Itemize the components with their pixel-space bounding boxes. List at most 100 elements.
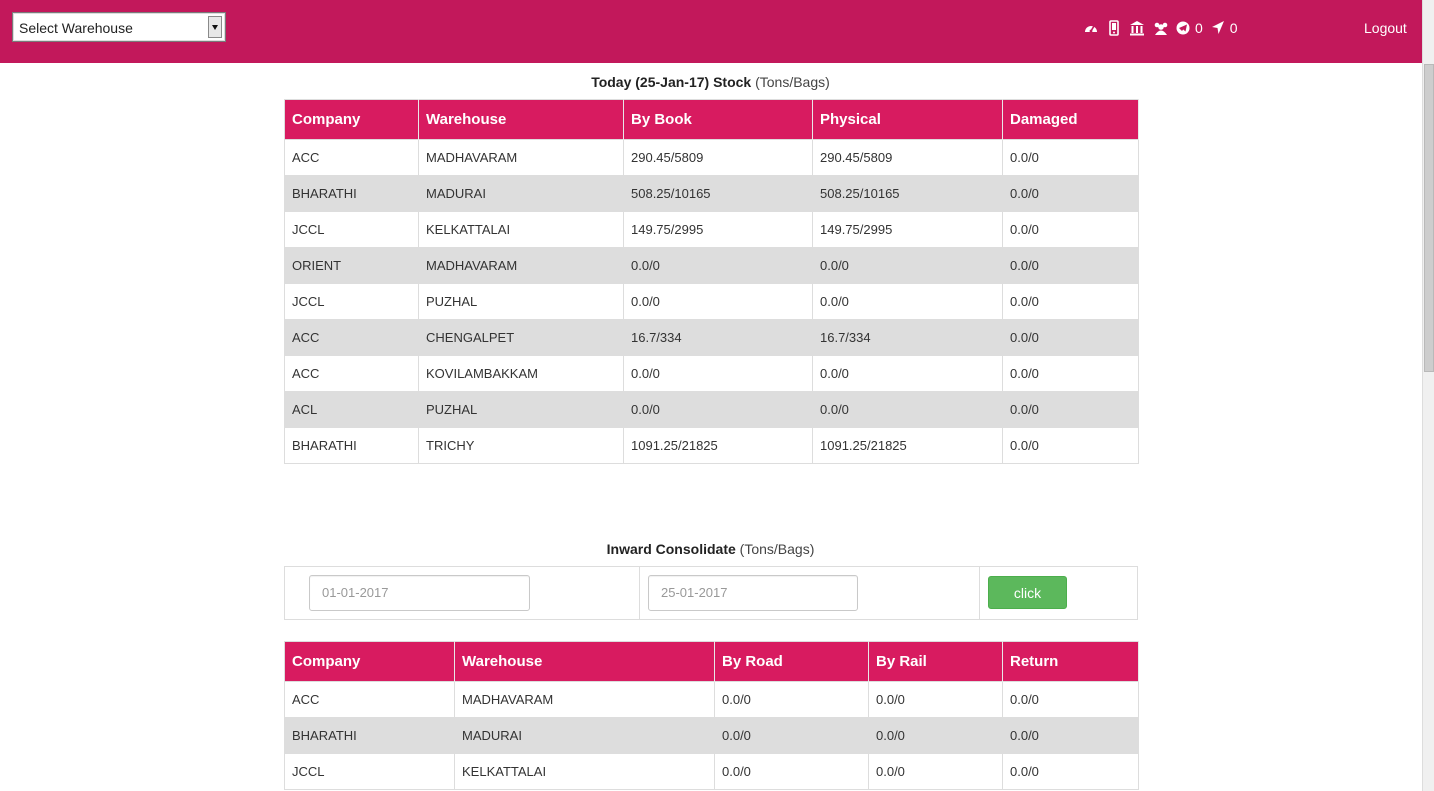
from-date-input[interactable]: 01-01-2017 — [309, 575, 530, 611]
inward-filter: 01-01-2017 25-01-2017 click — [284, 566, 1138, 620]
vertical-scrollbar[interactable] — [1422, 0, 1434, 791]
cell-by-book: 508.25/10165 — [623, 175, 813, 212]
cell-warehouse: TRICHY — [418, 427, 624, 464]
scrollbar-thumb[interactable] — [1424, 64, 1434, 372]
cell-damaged: 0.0/0 — [1002, 355, 1139, 392]
cell-damaged: 0.0/0 — [1002, 175, 1139, 212]
to-date-input[interactable]: 25-01-2017 — [648, 575, 858, 611]
location-arrow-icon[interactable] — [1211, 20, 1225, 36]
table-row: ORIENT MADHAVARAM 0.0/0 0.0/0 0.0/0 — [284, 247, 1139, 284]
cell-company: BHARATHI — [284, 175, 419, 212]
cell-warehouse: MADHAVARAM — [454, 681, 715, 718]
cell-physical: 149.75/2995 — [812, 211, 1003, 248]
header-icons: 0 0 — [1084, 19, 1246, 37]
to-date-cell: 25-01-2017 — [640, 567, 980, 619]
chevron-down-icon[interactable] — [208, 16, 222, 38]
cell-by-book: 1091.25/21825 — [623, 427, 813, 464]
table-row: ACC MADHAVARAM 0.0/0 0.0/0 0.0/0 — [284, 681, 1139, 718]
cell-warehouse: PUZHAL — [418, 283, 624, 320]
cell-by-book: 0.0/0 — [623, 247, 813, 284]
logout-link[interactable]: Logout — [1364, 20, 1407, 36]
cell-return: 0.0/0 — [1002, 681, 1139, 718]
users-icon[interactable] — [1153, 20, 1168, 36]
cell-physical: 290.45/5809 — [812, 139, 1003, 176]
cell-physical: 0.0/0 — [812, 283, 1003, 320]
column-header-by-rail: By Rail — [868, 641, 1003, 682]
top-navbar: Select Warehouse 0 0 Logout — [0, 0, 1422, 63]
cell-warehouse: MADURAI — [454, 717, 715, 754]
column-header-company: Company — [284, 641, 455, 682]
cell-damaged: 0.0/0 — [1002, 247, 1139, 284]
mobile-icon[interactable] — [1107, 20, 1121, 36]
column-header-warehouse: Warehouse — [454, 641, 715, 682]
cell-by-rail: 0.0/0 — [868, 753, 1003, 790]
bank-icon[interactable] — [1130, 20, 1144, 36]
inward-title-unit: (Tons/Bags) — [739, 541, 815, 557]
inward-body: ACC MADHAVARAM 0.0/0 0.0/0 0.0/0 BHARATHI MADU… — [284, 681, 1139, 790]
stock-body: ACC MADHAVARAM 290.45/5809 290.45/5809 0.0/0… — [284, 139, 1139, 464]
table-row: ACC KOVILAMBAKKAM 0.0/0 0.0/0 0.0/0 — [284, 355, 1139, 392]
inward-header-row: Company Warehouse By Road By Rail Return — [284, 641, 1139, 682]
table-row: BHARATHI TRICHY 1091.25/21825 1091.25/21825… — [284, 427, 1139, 464]
click-button[interactable]: click — [988, 576, 1067, 609]
table-row: ACC CHENGALPET 16.7/334 16.7/334 0.0/0 — [284, 319, 1139, 356]
cell-by-book: 149.75/2995 — [623, 211, 813, 248]
cell-physical: 1091.25/21825 — [812, 427, 1003, 464]
cell-warehouse: KELKATTALAI — [418, 211, 624, 248]
inward-table: Company Warehouse By Road By Rail Return ACC… — [284, 641, 1139, 790]
cell-by-road: 0.0/0 — [714, 717, 869, 754]
cell-by-rail: 0.0/0 — [868, 681, 1003, 718]
table-row: BHARATHI MADURAI 0.0/0 0.0/0 0.0/0 — [284, 717, 1139, 754]
cell-damaged: 0.0/0 — [1002, 283, 1139, 320]
location-count: 0 — [1229, 20, 1238, 36]
cell-company: JCCL — [284, 211, 419, 248]
cell-warehouse: KOVILAMBAKKAM — [418, 355, 624, 392]
column-header-return: Return — [1002, 641, 1139, 682]
cell-company: ACC — [284, 139, 419, 176]
column-header-physical: Physical — [812, 99, 1003, 140]
cell-by-book: 0.0/0 — [623, 283, 813, 320]
warehouse-select-value: Select Warehouse — [19, 20, 133, 36]
cell-physical: 0.0/0 — [812, 391, 1003, 428]
stock-title: Today (25-Jan-17) Stock (Tons/Bags) — [284, 74, 1137, 90]
cell-company: BHARATHI — [284, 717, 455, 754]
cell-warehouse: MADURAI — [418, 175, 624, 212]
cell-damaged: 0.0/0 — [1002, 139, 1139, 176]
cell-by-road: 0.0/0 — [714, 753, 869, 790]
table-row: JCCL PUZHAL 0.0/0 0.0/0 0.0/0 — [284, 283, 1139, 320]
warehouse-select[interactable]: Select Warehouse — [12, 12, 226, 42]
cell-by-book: 16.7/334 — [623, 319, 813, 356]
stock-title-unit: (Tons/Bags) — [755, 74, 830, 90]
from-date-cell: 01-01-2017 — [285, 567, 640, 619]
dashboard-icon[interactable] — [1084, 20, 1098, 36]
cell-physical: 508.25/10165 — [812, 175, 1003, 212]
cell-company: ACC — [284, 355, 419, 392]
cell-by-book: 0.0/0 — [623, 355, 813, 392]
stock-title-main: Today (25-Jan-17) Stock — [591, 74, 752, 90]
inward-title-main: Inward Consolidate — [606, 541, 736, 557]
table-row: JCCL KELKATTALAI 0.0/0 0.0/0 0.0/0 — [284, 753, 1139, 790]
cell-physical: 16.7/334 — [812, 319, 1003, 356]
telegram-icon[interactable] — [1176, 20, 1190, 36]
table-row: ACC MADHAVARAM 290.45/5809 290.45/5809 0.0/0 — [284, 139, 1139, 176]
table-row: JCCL KELKATTALAI 149.75/2995 149.75/2995 0.0… — [284, 211, 1139, 248]
notification-count: 0 — [1195, 20, 1203, 36]
column-header-warehouse: Warehouse — [418, 99, 624, 140]
cell-return: 0.0/0 — [1002, 753, 1139, 790]
cell-physical: 0.0/0 — [812, 355, 1003, 392]
cell-company: ORIENT — [284, 247, 419, 284]
cell-company: ACL — [284, 391, 419, 428]
table-row: ACL PUZHAL 0.0/0 0.0/0 0.0/0 — [284, 391, 1139, 428]
cell-damaged: 0.0/0 — [1002, 391, 1139, 428]
cell-by-book: 0.0/0 — [623, 391, 813, 428]
cell-damaged: 0.0/0 — [1002, 211, 1139, 248]
cell-damaged: 0.0/0 — [1002, 319, 1139, 356]
stock-header-row: Company Warehouse By Book Physical Damaged — [284, 99, 1139, 140]
cell-warehouse: CHENGALPET — [418, 319, 624, 356]
inward-title: Inward Consolidate (Tons/Bags) — [284, 541, 1137, 557]
cell-company: ACC — [284, 319, 419, 356]
stock-table: Company Warehouse By Book Physical Damaged A… — [284, 99, 1139, 464]
column-header-company: Company — [284, 99, 419, 140]
cell-warehouse: PUZHAL — [418, 391, 624, 428]
cell-by-book: 290.45/5809 — [623, 139, 813, 176]
